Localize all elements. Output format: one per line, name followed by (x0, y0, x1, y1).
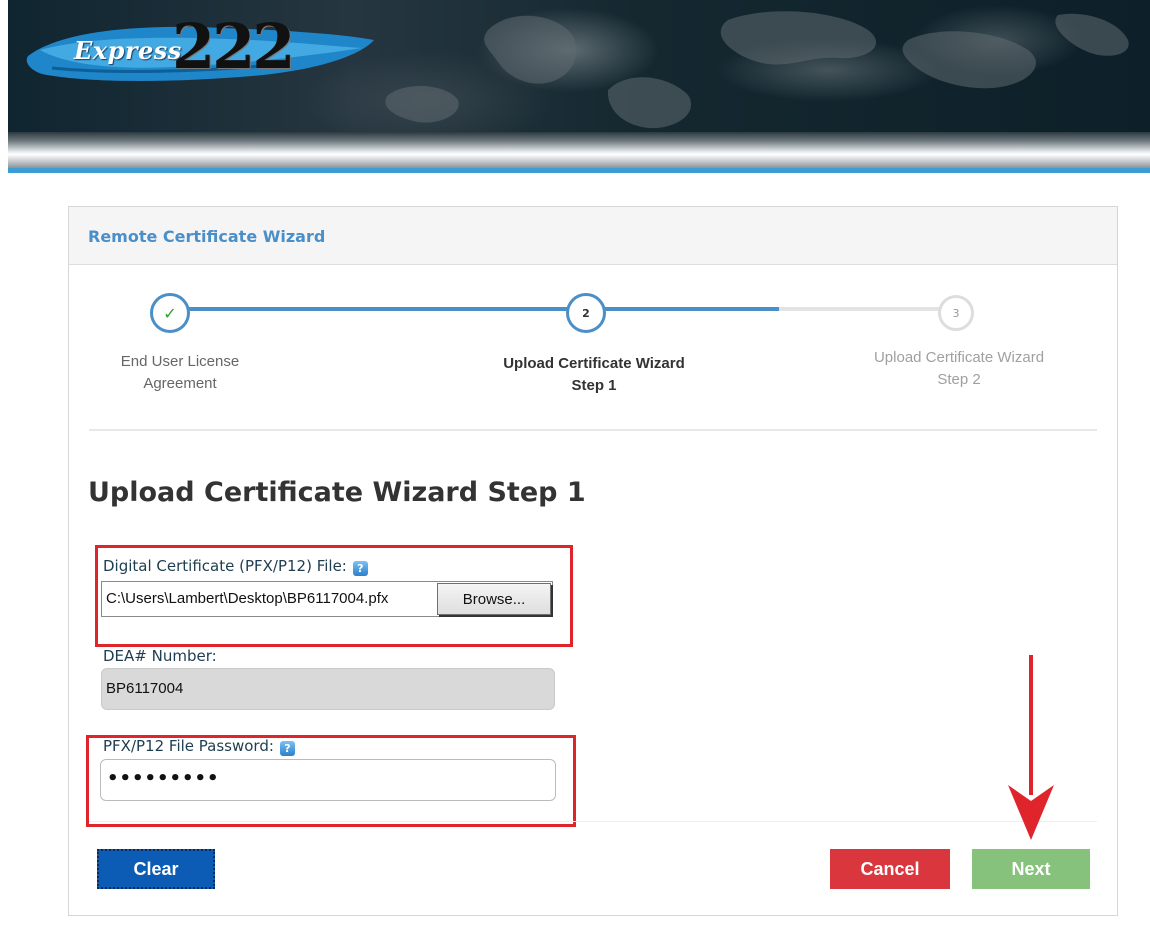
step-1-label: End User License Agreement (120, 353, 240, 392)
step-3-number: 3 (952, 306, 960, 320)
step-2-number: 2 (582, 306, 590, 320)
panel-header: Remote Certificate Wizard (69, 207, 1117, 265)
logo-number-text: 222 (172, 10, 295, 83)
step-3-circle: 3 (938, 295, 974, 331)
browse-button[interactable]: Browse... (437, 583, 551, 615)
step-3-label: Upload Certificate Wizard Step 2 (873, 349, 1045, 388)
form-divider (89, 821, 1097, 822)
step-progress-line-complete (189, 307, 779, 311)
wizard-panel: Remote Certificate Wizard ✓ 2 3 End User… (68, 206, 1118, 916)
step-progress-line-pending (779, 307, 959, 311)
certificate-file-label-text: Digital Certificate (PFX/P12) File: (103, 557, 347, 575)
cancel-button[interactable]: Cancel (830, 849, 950, 889)
password-masked-value: ••••••••• (107, 768, 220, 789)
dea-number-value: BP6117004 (106, 680, 184, 697)
dea-number-label: DEA# Number: (103, 647, 217, 665)
step-2-label: Upload Certificate Wizard Step 1 (503, 355, 685, 394)
express222-logo: Express 222 (22, 10, 382, 83)
next-button[interactable]: Next (972, 849, 1090, 889)
certificate-file-path: C:\Users\Lambert\Desktop\BP6117004.pfx (106, 590, 389, 607)
form-heading: Upload Certificate Wizard Step 1 (88, 477, 586, 508)
red-arrow-annotation (1008, 655, 1054, 840)
banner-chrome-bar (8, 132, 1150, 168)
checkmark-icon: ✓ (163, 303, 177, 323)
clear-button[interactable]: Clear (97, 849, 215, 889)
certificate-file-label: Digital Certificate (PFX/P12) File:? (103, 557, 368, 576)
logo-express-text: Express (74, 36, 182, 65)
header-banner: Express 222 (8, 0, 1150, 132)
banner-accent-line (8, 168, 1150, 173)
password-field[interactable]: ••••••••• (100, 759, 556, 801)
password-label-text: PFX/P12 File Password: (103, 737, 274, 755)
help-icon[interactable]: ? (352, 561, 368, 576)
stepper-divider (89, 429, 1097, 431)
step-1-circle: ✓ (150, 293, 190, 333)
dea-number-field: BP6117004 (101, 668, 555, 710)
panel-title: Remote Certificate Wizard (88, 227, 326, 246)
step-2-circle: 2 (566, 293, 606, 333)
certificate-file-input[interactable]: C:\Users\Lambert\Desktop\BP6117004.pfx B… (101, 581, 553, 617)
help-icon[interactable]: ? (279, 741, 295, 756)
password-label: PFX/P12 File Password:? (103, 737, 295, 756)
